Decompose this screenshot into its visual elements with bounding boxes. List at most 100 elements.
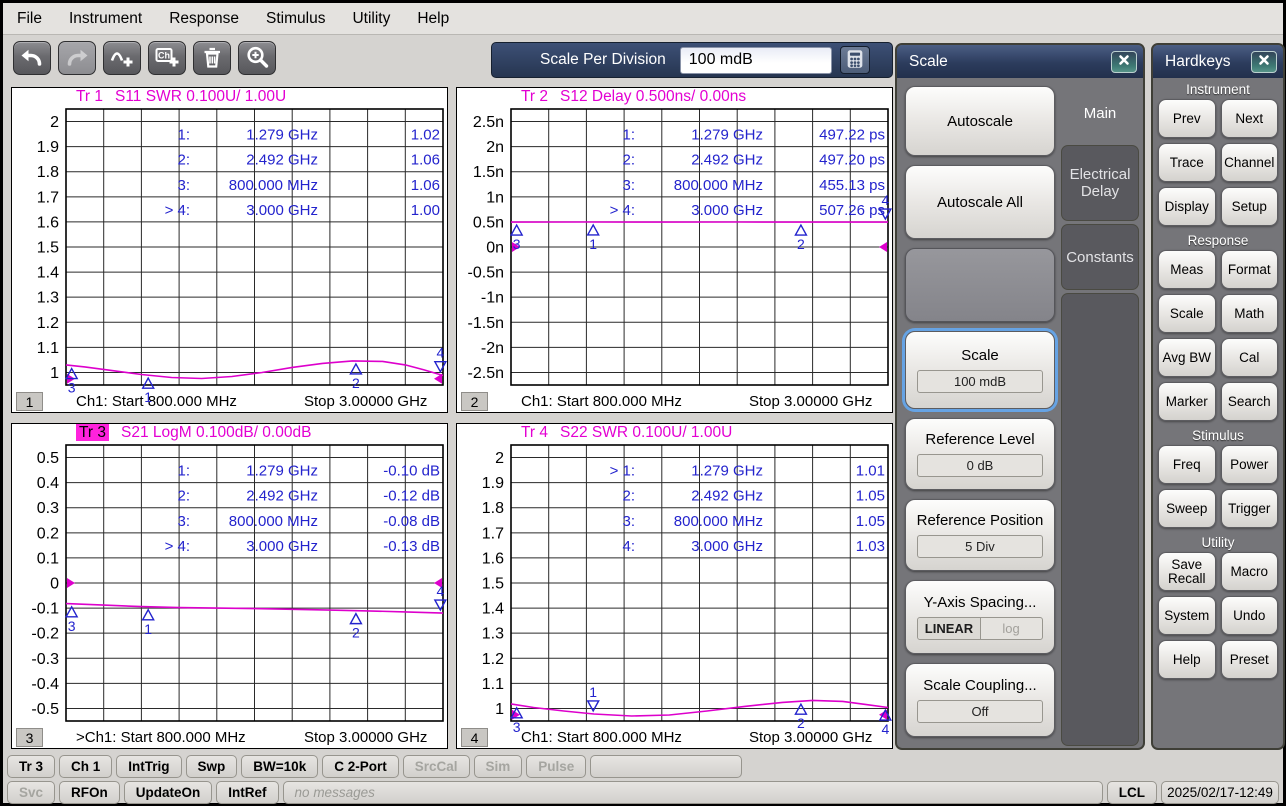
hardkeys-row: HelpPreset xyxy=(1158,640,1278,679)
status-intref[interactable]: IntRef xyxy=(216,781,278,804)
add-trace-button[interactable] xyxy=(103,41,141,75)
status-ch-1[interactable]: Ch 1 xyxy=(59,755,112,778)
marker-readout-value: 497.20 ps xyxy=(819,152,885,169)
status-row-2: SvcRFOnUpdateOnIntRefno messagesLCL2025/… xyxy=(7,781,1279,804)
status-inttrig[interactable]: IntTrig xyxy=(116,755,181,778)
tab-filler xyxy=(1061,293,1139,746)
status-c-2-port[interactable]: C 2-Port xyxy=(322,755,399,778)
marker-readout-number: 2: xyxy=(177,488,190,505)
hardkey-freq[interactable]: Freq xyxy=(1158,445,1216,484)
softkey-reference-position[interactable]: Reference Position5 Div xyxy=(905,499,1055,571)
hardkey-power[interactable]: Power xyxy=(1221,445,1279,484)
marker-readout-value: 1.03 xyxy=(856,538,885,555)
status-swp[interactable]: Swp xyxy=(186,755,238,778)
hardkey-channel[interactable]: Channel xyxy=(1221,143,1279,182)
softkey-y-axis-spacing[interactable]: Y-Axis Spacing...LINEARlog xyxy=(905,580,1055,654)
hardkey-save-recall[interactable]: Save Recall xyxy=(1158,552,1216,591)
marker-2-symbol xyxy=(350,364,361,374)
hardkey-macro[interactable]: Macro xyxy=(1221,552,1279,591)
status-bw-10k[interactable]: BW=10k xyxy=(241,755,318,778)
hardkey-marker[interactable]: Marker xyxy=(1158,382,1216,421)
hardkey-help[interactable]: Help xyxy=(1158,640,1216,679)
hardkey-trace[interactable]: Trace xyxy=(1158,143,1216,182)
toggle-option-linear[interactable]: LINEAR xyxy=(918,618,980,639)
delete-button[interactable] xyxy=(193,41,231,75)
zoom-button[interactable] xyxy=(238,41,276,75)
plot-title-text: S12 Delay 0.500ns/ 0.00ns xyxy=(560,88,746,105)
tab-main[interactable]: Main xyxy=(1061,84,1139,142)
marker-readout-frequency: 1.279 GHz xyxy=(691,463,763,480)
hardkey-system[interactable]: System xyxy=(1158,596,1216,635)
hardkey-search[interactable]: Search xyxy=(1221,382,1279,421)
hardkeys-close-button[interactable] xyxy=(1251,51,1277,73)
hardkey-format[interactable]: Format xyxy=(1221,250,1279,289)
y-axis-label: 0.5 xyxy=(37,450,59,467)
plot-footer: 3>Ch1: Start 800.000 MHzStop 3.00000 GHz xyxy=(12,728,447,747)
menu-item-file[interactable]: File xyxy=(17,10,42,28)
plot-title: Tr 4S22 SWR 0.100U/ 1.00U xyxy=(457,424,892,444)
keypad-button[interactable] xyxy=(840,46,870,74)
status-tr-3[interactable]: Tr 3 xyxy=(7,755,55,778)
hardkeys-row: FreqPower xyxy=(1158,445,1278,484)
marker-readout-frequency: 1.279 GHz xyxy=(691,127,763,144)
hardkey-setup[interactable]: Setup xyxy=(1221,187,1279,226)
hardkey-avg-bw[interactable]: Avg BW xyxy=(1158,338,1216,377)
hardkey-math[interactable]: Math xyxy=(1221,294,1279,333)
status-sim[interactable]: Sim xyxy=(474,755,523,778)
hardkey-prev[interactable]: Prev xyxy=(1158,99,1216,138)
y-axis-label: 2n xyxy=(486,139,504,156)
softkey-label: Scale Coupling... xyxy=(923,677,1036,694)
hardkey-undo[interactable]: Undo xyxy=(1221,596,1279,635)
hardkey-next[interactable]: Next xyxy=(1221,99,1279,138)
y-axis-label: 2.5n xyxy=(473,114,504,131)
tab-constants[interactable]: Constants xyxy=(1061,224,1139,290)
add-channel-button[interactable]: Ch xyxy=(148,41,186,75)
softkey-value: 0 dB xyxy=(917,454,1042,477)
softkey-autoscale[interactable]: Autoscale xyxy=(905,86,1055,156)
softkey-scale-coupling[interactable]: Scale Coupling...Off xyxy=(905,663,1055,737)
marker-4-symbol xyxy=(880,710,891,720)
plot-trace-3[interactable]: Tr 3S21 LogM 0.100dB/ 0.00dB3>Ch1: Start… xyxy=(11,423,448,749)
y-axis-spacing-toggle[interactable]: LINEARlog xyxy=(917,617,1042,640)
softkey-autoscale-all[interactable]: Autoscale All xyxy=(905,165,1055,239)
menu-item-response[interactable]: Response xyxy=(169,10,239,28)
y-axis-label: -1n xyxy=(481,290,504,307)
redo-button[interactable] xyxy=(58,41,96,75)
hardkey-display[interactable]: Display xyxy=(1158,187,1216,226)
softkey-reference-level[interactable]: Reference Level0 dB xyxy=(905,418,1055,490)
plot-trace-2[interactable]: Tr 2S12 Delay 0.500ns/ 0.00ns2Ch1: Start… xyxy=(456,87,893,413)
hardkey-meas[interactable]: Meas xyxy=(1158,250,1216,289)
menu-item-stimulus[interactable]: Stimulus xyxy=(266,10,325,28)
hardkey-trigger[interactable]: Trigger xyxy=(1221,489,1279,528)
tab-electrical-delay[interactable]: Electrical Delay xyxy=(1061,145,1139,221)
undo-button[interactable] xyxy=(13,41,51,75)
toggle-option-log[interactable]: log xyxy=(981,618,1042,639)
hardkey-cal[interactable]: Cal xyxy=(1221,338,1279,377)
plot-trace-4[interactable]: Tr 4S22 SWR 0.100U/ 1.00U4Ch1: Start 800… xyxy=(456,423,893,749)
menu-item-instrument[interactable]: Instrument xyxy=(69,10,142,28)
y-axis-label: 1.1 xyxy=(482,676,504,693)
hardkey-preset[interactable]: Preset xyxy=(1221,640,1279,679)
menu-item-help[interactable]: Help xyxy=(417,10,449,28)
status-srccal[interactable]: SrcCal xyxy=(403,755,470,778)
status-svc[interactable]: Svc xyxy=(7,781,55,804)
channel-start-label: Ch1: Start 800.000 MHz xyxy=(521,393,749,410)
status-rfon[interactable]: RFOn xyxy=(59,781,120,804)
menu-item-utility[interactable]: Utility xyxy=(352,10,390,28)
hardkeys-row: MeasFormat xyxy=(1158,250,1278,289)
hardkey-scale[interactable]: Scale xyxy=(1158,294,1216,333)
marker-3-symbol xyxy=(66,369,77,379)
scale-per-division-input[interactable] xyxy=(680,47,832,74)
hardkeys-row: ScaleMath xyxy=(1158,294,1278,333)
scale-panel-close-button[interactable] xyxy=(1111,51,1137,73)
reference-marker-right xyxy=(434,578,442,588)
close-icon xyxy=(1252,54,1276,69)
hardkeys-panel: Hardkeys InstrumentPrevNextTraceChannelD… xyxy=(1151,43,1285,750)
plot-trace-1[interactable]: Tr 1S11 SWR 0.100U/ 1.00U1Ch1: Start 800… xyxy=(11,87,448,413)
status-pulse[interactable]: Pulse xyxy=(526,755,586,778)
status-updateon[interactable]: UpdateOn xyxy=(124,781,213,804)
softkey-scale[interactable]: Scale100 mdB xyxy=(905,331,1055,409)
hardkey-sweep[interactable]: Sweep xyxy=(1158,489,1216,528)
scale-panel-title-bar: Scale xyxy=(897,45,1143,78)
status-lcl[interactable]: LCL xyxy=(1107,781,1157,804)
